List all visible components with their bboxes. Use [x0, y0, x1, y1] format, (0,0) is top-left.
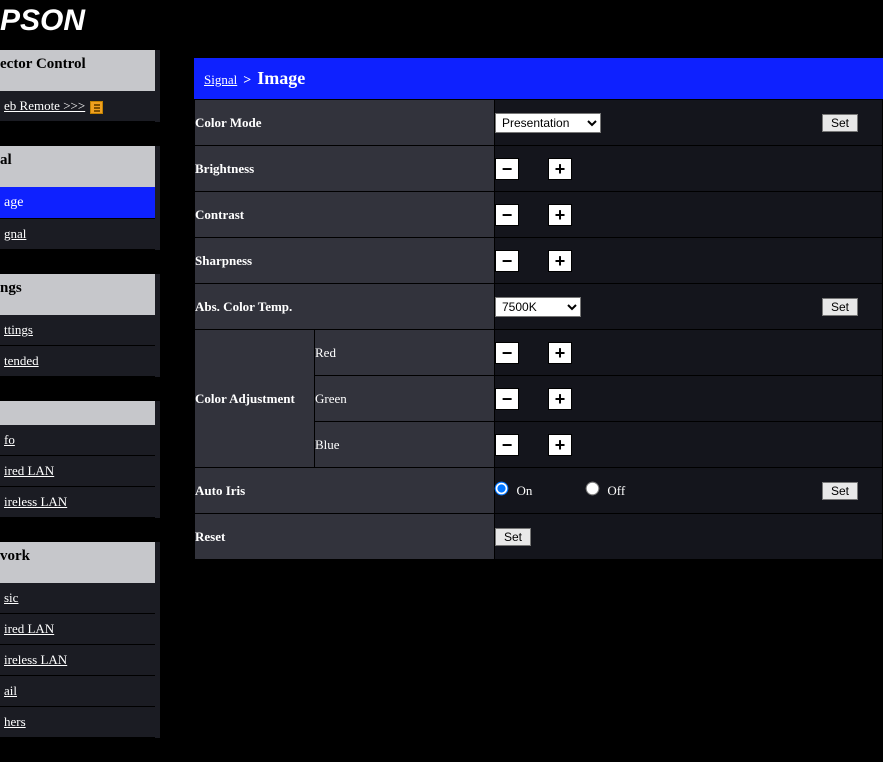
settings-table: Color Mode Presentation Set Brightness −… — [194, 99, 883, 560]
row-auto-iris: Auto Iris On Off Set — [195, 468, 883, 514]
sidebar-item-wireless-lan[interactable]: ireless LAN — [0, 487, 155, 518]
auto-iris-off-label: Off — [607, 483, 625, 498]
sidebar-section-signal: al age gnal — [0, 146, 160, 250]
row-abs-color-temp: Abs. Color Temp. 7500K Set — [195, 284, 883, 330]
control-brightness: − + — [495, 146, 883, 192]
auto-iris-on-radio[interactable] — [495, 481, 509, 495]
sidebar-item-others[interactable]: hers — [0, 707, 155, 738]
brand-logo: PSON — [0, 0, 883, 50]
label-blue: Blue — [315, 422, 495, 468]
sidebar-section-network: vork sic ired LAN ireless LAN ail hers — [0, 542, 160, 738]
sidebar-header — [0, 401, 155, 425]
sidebar-item-label[interactable]: fo — [4, 432, 15, 447]
sidebar-item-settings[interactable]: ttings — [0, 315, 155, 346]
sidebar-header: ector Control — [0, 50, 155, 91]
label-green: Green — [315, 376, 495, 422]
sidebar-item-label[interactable]: ail — [4, 683, 17, 698]
sidebar-item-signal[interactable]: gnal — [0, 219, 155, 250]
increment-button[interactable]: + — [548, 434, 572, 456]
row-brightness: Brightness − + — [195, 146, 883, 192]
control-auto-iris: On Off Set — [495, 468, 883, 514]
sidebar-item-label[interactable]: ireless LAN — [4, 494, 67, 509]
label-red: Red — [315, 330, 495, 376]
sidebar-item-label[interactable]: ireless LAN — [4, 652, 67, 667]
sidebar-item-label[interactable]: age — [4, 195, 23, 210]
sidebar-item-wired-lan[interactable]: ired LAN — [0, 456, 155, 487]
sidebar-item-extended[interactable]: tended — [0, 346, 155, 377]
sidebar: ector Control eb Remote >>> al age gnal … — [0, 50, 170, 762]
breadcrumb-separator: > — [243, 73, 251, 89]
label-auto-iris: Auto Iris — [195, 468, 495, 514]
increment-button[interactable]: + — [548, 204, 572, 226]
sidebar-item-label[interactable]: eb Remote >>> — [4, 98, 85, 113]
control-blue: − + — [495, 422, 883, 468]
decrement-button[interactable]: − — [495, 342, 519, 364]
decrement-button[interactable]: − — [495, 158, 519, 180]
breadcrumb-current: Image — [257, 68, 305, 89]
set-button[interactable]: Set — [822, 114, 858, 132]
breadcrumb-signal-link[interactable]: Signal — [204, 72, 237, 88]
set-button[interactable]: Set — [495, 528, 531, 546]
main-panel: Signal > Image Color Mode Presentation S… — [170, 50, 883, 762]
label-color-mode: Color Mode — [195, 100, 495, 146]
increment-button[interactable]: + — [548, 342, 572, 364]
color-mode-select[interactable]: Presentation — [495, 113, 601, 133]
sidebar-item-wired-lan[interactable]: ired LAN — [0, 614, 155, 645]
control-red: − + — [495, 330, 883, 376]
label-reset: Reset — [195, 514, 495, 560]
control-color-mode: Presentation Set — [495, 100, 883, 146]
auto-iris-off-radio[interactable] — [586, 481, 600, 495]
sidebar-item-label[interactable]: hers — [4, 714, 26, 729]
label-contrast: Contrast — [195, 192, 495, 238]
increment-button[interactable]: + — [548, 158, 572, 180]
row-color-mode: Color Mode Presentation Set — [195, 100, 883, 146]
sidebar-item-label[interactable]: gnal — [4, 226, 26, 241]
row-color-adj-red: Color Adjustment Red − + — [195, 330, 883, 376]
row-reset: Reset Set — [195, 514, 883, 560]
sidebar-header: ngs — [0, 274, 155, 315]
sidebar-item-label[interactable]: ttings — [4, 322, 33, 337]
control-abs-color-temp: 7500K Set — [495, 284, 883, 330]
label-sharpness: Sharpness — [195, 238, 495, 284]
auto-iris-on-label: On — [517, 483, 533, 498]
increment-button[interactable]: + — [548, 388, 572, 410]
sidebar-section-settings: ngs ttings tended — [0, 274, 160, 377]
set-button[interactable]: Set — [822, 298, 858, 316]
label-brightness: Brightness — [195, 146, 495, 192]
decrement-button[interactable]: − — [495, 250, 519, 272]
row-sharpness: Sharpness − + — [195, 238, 883, 284]
label-color-adjustment: Color Adjustment — [195, 330, 315, 468]
row-contrast: Contrast − + — [195, 192, 883, 238]
decrement-button[interactable]: − — [495, 388, 519, 410]
abs-color-temp-select[interactable]: 7500K — [495, 297, 581, 317]
sidebar-item-web-remote[interactable]: eb Remote >>> — [0, 91, 155, 122]
label-abs-color-temp: Abs. Color Temp. — [195, 284, 495, 330]
sidebar-item-wireless-lan[interactable]: ireless LAN — [0, 645, 155, 676]
sidebar-item-image[interactable]: age — [0, 187, 155, 219]
control-reset: Set — [495, 514, 883, 560]
sidebar-item-label[interactable]: sic — [4, 590, 18, 605]
sidebar-header: vork — [0, 542, 155, 583]
sidebar-item-basic[interactable]: sic — [0, 583, 155, 614]
set-button[interactable]: Set — [822, 482, 858, 500]
sidebar-header: al — [0, 146, 155, 187]
breadcrumb: Signal > Image — [194, 58, 883, 99]
sidebar-item-label[interactable]: ired LAN — [4, 463, 54, 478]
remote-icon — [90, 101, 103, 114]
control-contrast: − + — [495, 192, 883, 238]
sidebar-section-info: fo ired LAN ireless LAN — [0, 401, 160, 518]
sidebar-item-label[interactable]: tended — [4, 353, 39, 368]
sidebar-item-info[interactable]: fo — [0, 425, 155, 456]
sidebar-item-mail[interactable]: ail — [0, 676, 155, 707]
control-green: − + — [495, 376, 883, 422]
decrement-button[interactable]: − — [495, 204, 519, 226]
sidebar-item-label[interactable]: ired LAN — [4, 621, 54, 636]
increment-button[interactable]: + — [548, 250, 572, 272]
control-sharpness: − + — [495, 238, 883, 284]
decrement-button[interactable]: − — [495, 434, 519, 456]
sidebar-section-projector-control: ector Control eb Remote >>> — [0, 50, 160, 122]
